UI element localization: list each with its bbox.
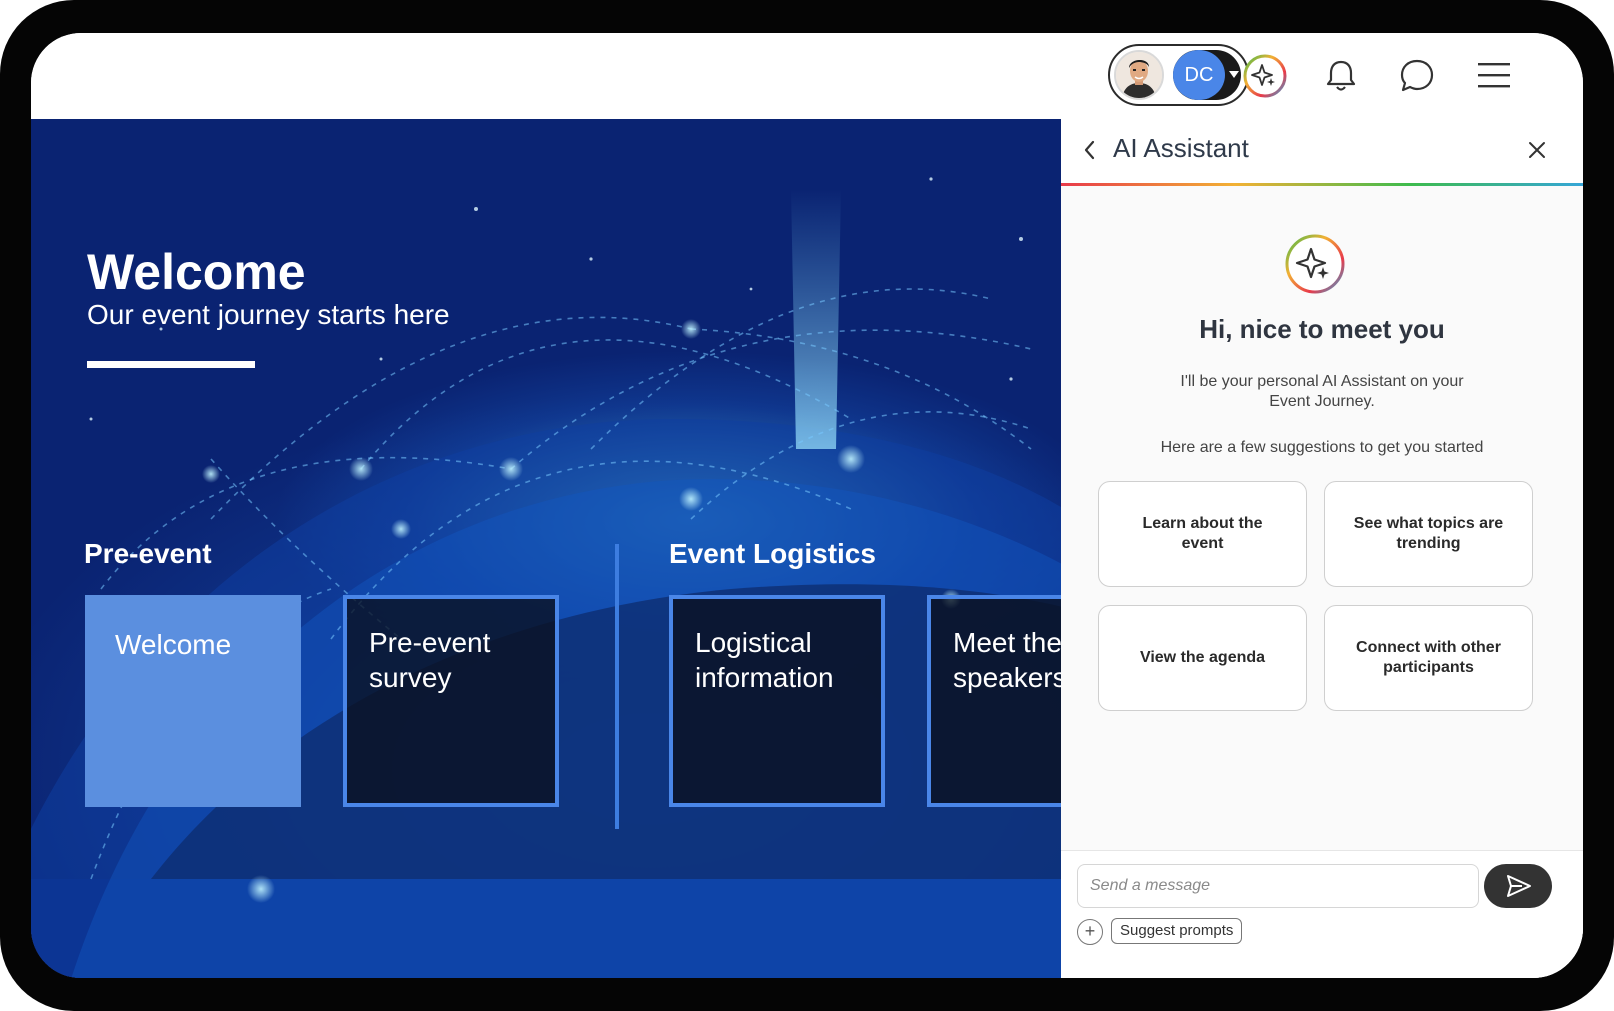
app-screen: DC Welcome Our event journey starts here… [31,33,1583,978]
message-input[interactable] [1077,864,1479,908]
hero-underline [87,361,255,368]
section-divider [615,544,619,829]
suggestions-intro: Here are a few suggestions to get you st… [1160,439,1484,456]
tile-label: Logistical information [695,627,834,693]
tile-logistical-information[interactable]: Logistical information [669,595,885,807]
suggestion-label: View the agenda [1139,649,1266,666]
suggestion-label: Learn about the event [1142,515,1263,552]
tile-welcome[interactable]: Welcome [85,595,301,807]
suggestion-connect-participants[interactable]: Connect with other participants [1324,605,1533,711]
user-avatar[interactable] [1114,50,1164,100]
user-photo-icon [1116,52,1162,98]
back-chevron-icon[interactable] [1075,135,1105,165]
panel-header: AI Assistant [1061,119,1583,183]
suggestion-learn-about-event[interactable]: Learn about the event [1098,481,1307,587]
suggestion-label: See what topics are trending [1353,515,1504,552]
tile-label: Pre-event survey [369,627,491,693]
device-frame: DC Welcome Our event journey starts here… [0,0,1614,1011]
message-composer: + Suggest prompts [1061,850,1583,978]
tile-label: Welcome [115,629,232,660]
suggestion-label: Connect with other participants [1356,639,1501,676]
tile-meet-the-speakers[interactable]: Meet the speakers [927,595,1061,807]
chat-bubble-icon[interactable] [1392,51,1442,101]
ai-assistant-panel: AI Assistant Hi, nice to meet you I'll b… [1061,119,1583,978]
add-attachment-button[interactable]: + [1077,919,1103,945]
panel-title: AI Assistant [1113,133,1249,163]
initials-switch[interactable]: DC [1173,50,1241,100]
hero-title: Welcome [87,244,306,300]
tile-label: Meet the speakers [953,627,1061,693]
section-label-event-logistics: Event Logistics [669,538,876,569]
top-bar: DC [31,33,1583,119]
chevron-down-icon[interactable] [1229,71,1239,78]
section-label-pre-event: Pre-event [84,538,212,569]
send-icon [1507,875,1531,897]
suggest-prompts-button[interactable]: Suggest prompts [1111,918,1243,944]
hero-subtitle: Our event journey starts here [87,299,450,330]
assistant-intro: I'll be your personal AI Assistant on yo… [1180,373,1464,410]
ai-sparkle-icon[interactable] [1240,51,1290,101]
send-button[interactable] [1484,864,1552,908]
initials-avatar: DC [1173,50,1225,100]
hero-banner: Welcome Our event journey starts here Pr… [31,119,1061,978]
profile-switcher[interactable]: DC [1108,44,1249,106]
suggestion-trending-topics[interactable]: See what topics are trending [1324,481,1533,587]
hamburger-menu-icon[interactable] [1469,51,1519,101]
bell-icon[interactable] [1316,51,1366,101]
close-icon[interactable] [1522,135,1552,165]
suggestion-view-agenda[interactable]: View the agenda [1098,605,1307,711]
header-gradient-line [1061,183,1583,186]
greeting-heading: Hi, nice to meet you [1199,314,1445,344]
tile-pre-event-survey[interactable]: Pre-event survey [343,595,559,807]
ai-sparkle-icon [1283,232,1347,296]
